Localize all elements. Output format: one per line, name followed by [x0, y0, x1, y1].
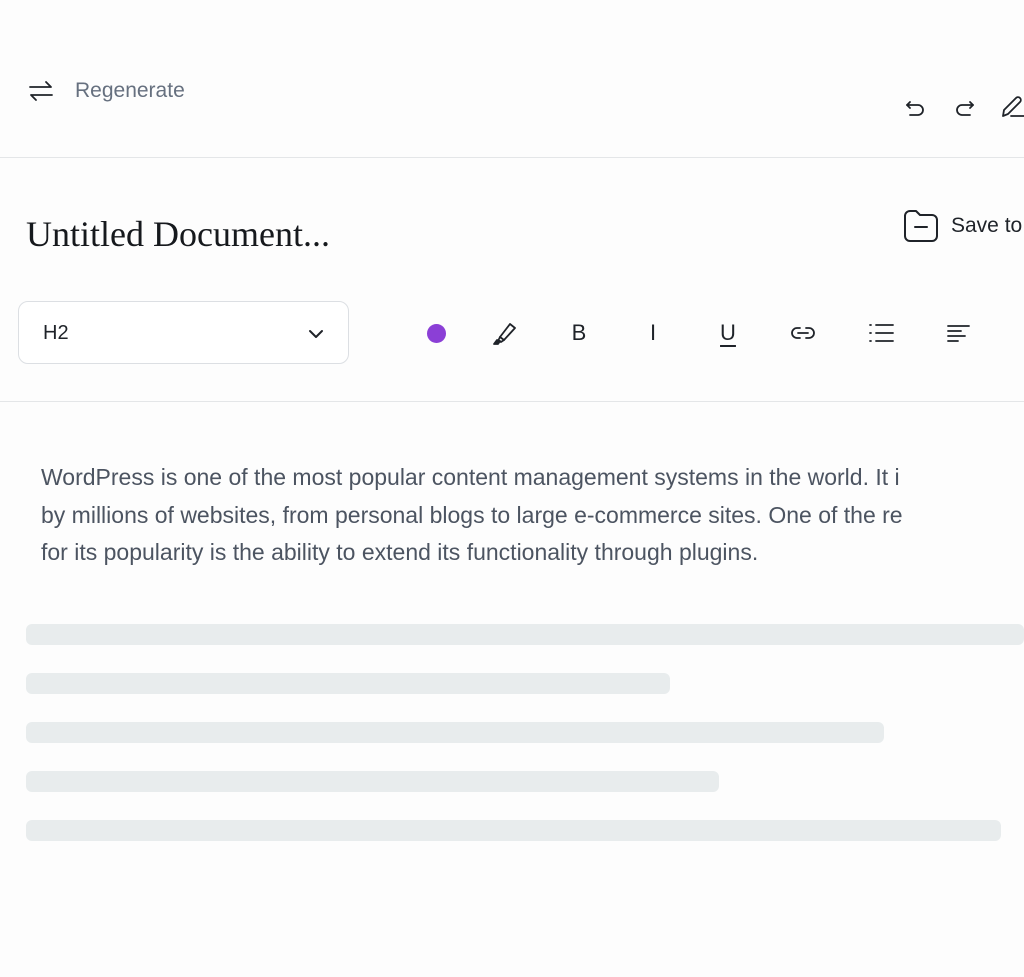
- underline-icon: U: [720, 320, 736, 345]
- save-label: Save to: [951, 214, 1023, 237]
- loading-placeholder-line: [26, 624, 1024, 645]
- heading-level-value: H2: [43, 322, 69, 344]
- document-title[interactable]: Untitled Document...: [26, 213, 330, 255]
- align-left-button[interactable]: [941, 316, 975, 350]
- regenerate-button[interactable]: Regenerate: [26, 76, 185, 106]
- edit-icon[interactable]: [997, 92, 1024, 122]
- history-actions: [901, 92, 1024, 122]
- title-row: Untitled Document... Save to: [0, 205, 1024, 265]
- text-color-button[interactable]: [419, 316, 453, 350]
- bold-button[interactable]: B: [562, 316, 596, 350]
- chevron-down-icon: [309, 330, 323, 338]
- align-left-icon: [947, 325, 970, 342]
- bold-icon: B: [571, 320, 587, 345]
- redo-icon[interactable]: [949, 92, 979, 122]
- save-button[interactable]: Save to: [902, 207, 1022, 245]
- paragraph-line-1: WordPress is one of the most popular con…: [41, 464, 900, 490]
- link-icon: [791, 327, 815, 339]
- paragraph-line-3: for its popularity is the ability to ext…: [41, 539, 759, 565]
- format-toolbar: H2 B I U: [0, 300, 1024, 402]
- list-icon: [869, 324, 894, 342]
- paragraph-line-2: by millions of websites, from personal b…: [41, 501, 903, 528]
- underline-button[interactable]: U: [711, 316, 745, 350]
- regenerate-icon: [29, 81, 53, 101]
- undo-icon[interactable]: [901, 92, 931, 122]
- loading-placeholder-line: [26, 771, 719, 792]
- link-button[interactable]: [786, 316, 820, 350]
- highlight-icon: [493, 323, 516, 345]
- highlight-button[interactable]: [488, 316, 522, 350]
- loading-placeholder-line: [26, 722, 884, 743]
- text-color-icon: [426, 323, 446, 343]
- regenerate-label: Regenerate: [75, 79, 185, 102]
- loading-placeholder-line: [26, 820, 1001, 841]
- top-bar: Regenerate: [0, 0, 1024, 158]
- heading-level-select[interactable]: H2: [18, 301, 349, 364]
- loading-placeholder-line: [26, 673, 670, 694]
- italic-button[interactable]: I: [636, 316, 670, 350]
- document-body[interactable]: WordPress is one of the most popular con…: [41, 459, 1024, 572]
- italic-icon: I: [649, 320, 657, 345]
- save-icon: [904, 210, 938, 242]
- list-button[interactable]: [864, 316, 898, 350]
